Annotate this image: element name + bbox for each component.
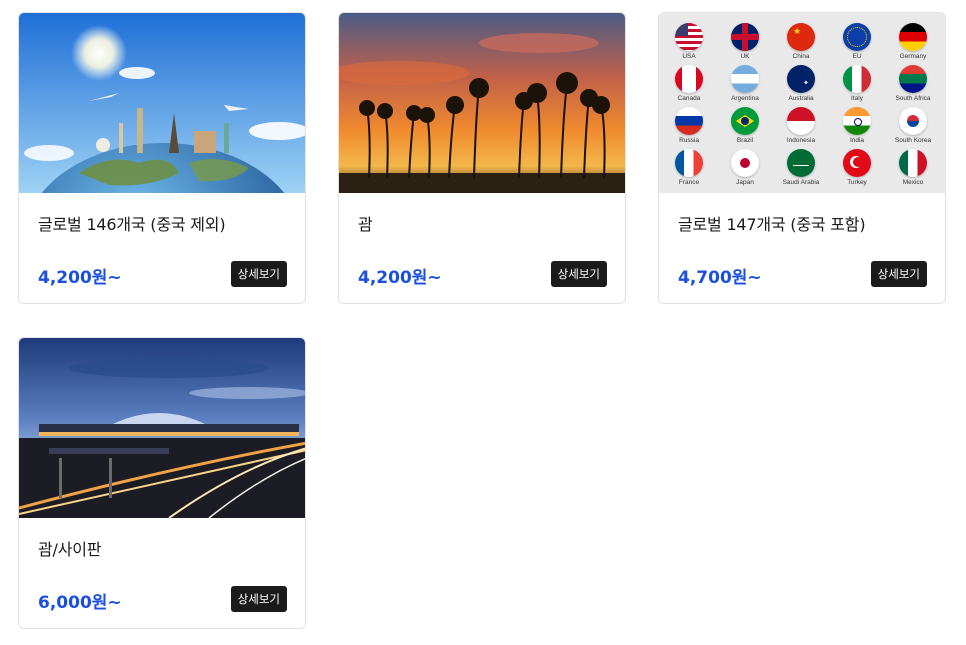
south-africa-flag-icon: South Africa: [885, 65, 941, 102]
usa-flag-icon: USA: [661, 23, 717, 60]
product-card[interactable]: 괌/사이판 6,000원~ 상세보기: [18, 337, 306, 629]
france-flag-icon: France: [661, 149, 717, 186]
flag-label: Canada: [677, 95, 701, 102]
detail-button[interactable]: 상세보기: [230, 586, 287, 612]
flag-label: UK: [740, 53, 750, 60]
mexico-flag-icon: Mexico: [885, 149, 941, 186]
flag-label: South Korea: [894, 137, 932, 144]
detail-button[interactable]: 상세보기: [870, 261, 927, 287]
flag-label: Russia: [679, 137, 699, 144]
detail-button[interactable]: 상세보기: [230, 261, 287, 287]
china-flag-icon: ★ China: [773, 23, 829, 60]
flag-label: Argentina: [731, 95, 759, 102]
flag-label: Italy: [851, 95, 863, 102]
product-title: 글로벌 146개국 (중국 제외): [38, 215, 226, 234]
india-flag-icon: India: [829, 107, 885, 144]
italy-flag-icon: Italy: [829, 65, 885, 102]
flag-label: Australia: [788, 95, 814, 102]
product-card[interactable]: USA UK ★ China EU Germany Canada Argentina ✦ Aust…: [658, 12, 946, 304]
canada-flag-icon: Canada: [661, 65, 717, 102]
australia-flag-icon: ✦ Australia: [773, 65, 829, 102]
flag-label: Indonesia: [786, 137, 816, 144]
flag-label: France: [678, 179, 700, 186]
flag-label: South Africa: [895, 95, 931, 102]
product-card[interactable]: 괌 4,200원~ 상세보기: [338, 12, 626, 304]
flag-label: Turkey: [847, 179, 867, 186]
product-price: 4,200원~: [38, 268, 122, 288]
flag-label: Saudi Arabia: [782, 179, 820, 186]
turkey-flag-icon: Turkey: [829, 149, 885, 186]
indonesia-flag-icon: Indonesia: [773, 107, 829, 144]
argentina-flag-icon: Argentina: [717, 65, 773, 102]
flag-label: Mexico: [902, 179, 924, 186]
uk-flag-icon: UK: [717, 23, 773, 60]
product-image-flags[interactable]: USA UK ★ China EU Germany Canada Argentina ✦ Aust…: [659, 13, 945, 193]
product-price: 6,000원~: [38, 593, 122, 613]
flag-label: EU: [852, 53, 862, 60]
flag-label: China: [792, 53, 810, 60]
flag-label: Germany: [899, 53, 927, 60]
japan-flag-icon: Japan: [717, 149, 773, 186]
product-grid: 글로벌 146개국 (중국 제외) 4,200원~ 상세보기 괌 4,200원~…: [0, 0, 966, 645]
germany-flag-icon: Germany: [885, 23, 941, 60]
brazil-flag-icon: Brazil: [717, 107, 773, 144]
detail-button[interactable]: 상세보기: [550, 261, 607, 287]
saudi-arabia-flag-icon: Saudi Arabia: [773, 149, 829, 186]
south-korea-flag-icon: South Korea: [885, 107, 941, 144]
product-title: 글로벌 147개국 (중국 포함): [678, 215, 866, 234]
product-card[interactable]: 글로벌 146개국 (중국 제외) 4,200원~ 상세보기: [18, 12, 306, 304]
russia-flag-icon: Russia: [661, 107, 717, 144]
flag-label: Brazil: [736, 137, 754, 144]
product-image-airport[interactable]: [19, 338, 305, 518]
product-title: 괌: [358, 215, 373, 234]
product-price: 4,200원~: [358, 268, 442, 288]
product-image-globe[interactable]: [19, 13, 305, 193]
flag-label: Japan: [736, 179, 754, 186]
flag-label: USA: [682, 53, 696, 60]
product-price: 4,700원~: [678, 268, 762, 288]
flag-label: India: [849, 137, 865, 144]
eu-flag-icon: EU: [829, 23, 885, 60]
product-title: 괌/사이판: [38, 540, 102, 559]
product-image-sunset[interactable]: [339, 13, 625, 193]
